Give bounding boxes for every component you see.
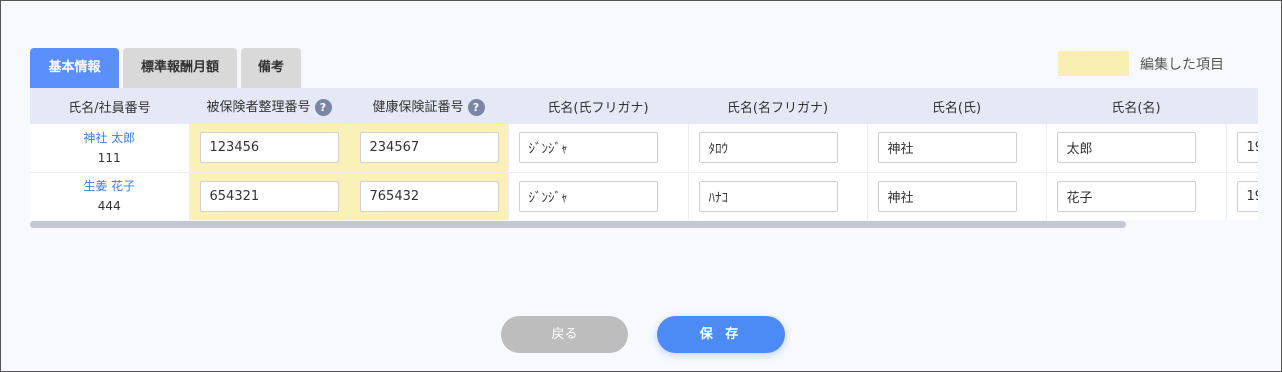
col-header-health-card-no: 健康保険証番号? (349, 88, 508, 124)
save-button[interactable]: 保 存 (657, 316, 785, 353)
col-header-insured-no: 被保険者整理番号? (189, 88, 349, 124)
legend-label: 編集した項目 (1140, 56, 1224, 73)
last-name-cell (867, 124, 1047, 173)
table-header-row: 氏名/社員番号 被保険者整理番号? 健康保険証番号? 氏名(氏フリガナ) 氏名(… (30, 88, 1258, 124)
next-cell (1226, 124, 1258, 173)
insured-no-input[interactable] (199, 132, 339, 164)
employee-name-link[interactable]: 神社 太郎 (30, 129, 189, 147)
col-header-next (1226, 88, 1258, 124)
first-name-cell (1046, 172, 1227, 220)
employee-table: 氏名/社員番号 被保険者整理番号? 健康保険証番号? 氏名(氏フリガナ) 氏名(… (30, 88, 1258, 220)
health-card-no-input[interactable] (359, 180, 499, 212)
first-kana-cell (688, 124, 868, 173)
employee-table-wrapper: 氏名/社員番号 被保険者整理番号? 健康保険証番号? 氏名(氏フリガナ) 氏名(… (30, 88, 1258, 220)
insured-no-input[interactable] (199, 180, 339, 212)
col-header-insured-no-label: 被保険者整理番号 (206, 100, 311, 115)
first-name-cell (1046, 124, 1227, 173)
col-header-first-kana: 氏名(名フリガナ) (688, 88, 867, 124)
first-name-input[interactable] (1056, 132, 1196, 164)
last-kana-input[interactable] (518, 132, 658, 164)
edited-legend: 編集した項目 (1058, 51, 1224, 76)
tab-remarks[interactable]: 備考 (241, 48, 301, 88)
first-kana-input[interactable] (698, 180, 838, 212)
tab-standard-monthly-remuneration[interactable]: 標準報酬月額 (123, 48, 237, 88)
next-input[interactable] (1236, 132, 1258, 164)
col-header-last-name: 氏名(氏) (867, 88, 1046, 124)
name-cell: 生姜 花子 444 (30, 172, 190, 220)
last-kana-input[interactable] (518, 180, 658, 212)
health-card-no-cell (349, 172, 509, 220)
employee-name-link[interactable]: 生姜 花子 (30, 177, 189, 195)
back-button[interactable]: 戻る (501, 316, 628, 353)
col-header-health-card-no-label: 健康保険証番号 (372, 100, 464, 115)
horizontal-scrollbar[interactable] (30, 221, 1258, 228)
last-name-input[interactable] (877, 132, 1017, 164)
help-icon[interactable]: ? (467, 99, 485, 116)
last-name-cell (867, 172, 1047, 220)
scrollbar-thumb[interactable] (30, 221, 1126, 228)
tab-bar: 基本情報 標準報酬月額 備考 (30, 48, 305, 88)
last-kana-cell (508, 124, 689, 173)
insured-no-cell (189, 124, 350, 173)
next-input[interactable] (1236, 180, 1258, 212)
first-name-input[interactable] (1056, 180, 1196, 212)
col-header-last-kana: 氏名(氏フリガナ) (508, 88, 688, 124)
table-row: 生姜 花子 444 (30, 172, 1258, 220)
help-icon[interactable]: ? (314, 99, 332, 116)
tab-basic-info[interactable]: 基本情報 (30, 48, 119, 88)
first-kana-input[interactable] (698, 132, 838, 164)
legend-swatch (1058, 51, 1129, 76)
col-header-first-name: 氏名(名) (1046, 88, 1226, 124)
employee-number: 444 (97, 199, 121, 213)
last-kana-cell (508, 172, 689, 220)
name-cell: 神社 太郎 111 (30, 124, 190, 173)
next-cell (1226, 172, 1258, 220)
first-kana-cell (688, 172, 868, 220)
employee-number: 111 (97, 150, 121, 165)
table-row: 神社 太郎 111 (30, 124, 1258, 173)
insured-no-cell (189, 172, 350, 220)
health-card-no-input[interactable] (359, 132, 499, 164)
col-header-name-empno: 氏名/社員番号 (30, 88, 189, 124)
health-card-no-cell (349, 124, 509, 173)
last-name-input[interactable] (877, 180, 1017, 212)
